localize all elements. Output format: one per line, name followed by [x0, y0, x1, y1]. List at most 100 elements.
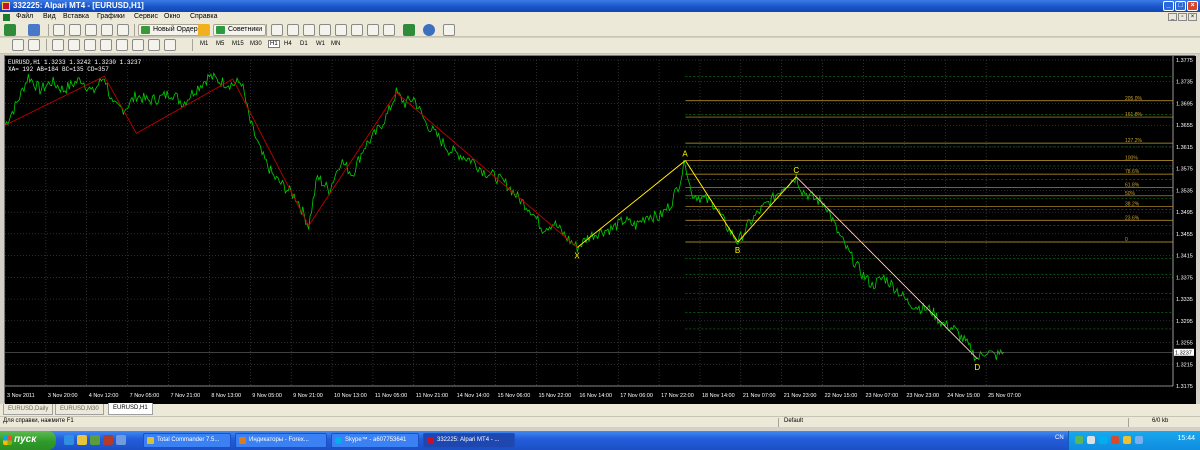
tray-security-icon[interactable]	[1123, 436, 1131, 444]
timeframe-m5[interactable]: M5	[216, 41, 224, 47]
arrows-icon[interactable]	[164, 39, 176, 51]
tile-windows-icon[interactable]	[351, 24, 363, 36]
tray-antivirus-icon[interactable]	[1111, 436, 1119, 444]
quicklaunch-desktop-icon[interactable]	[90, 435, 100, 445]
menu-insert[interactable]: Вставка	[63, 13, 89, 20]
chart-window[interactable]: 1.3775 1.3735 1.3695 1.3655 1.3615 1.3575 1.35…	[4, 55, 1196, 404]
trendline-icon[interactable]	[84, 39, 96, 51]
menu-bar: Файл Вид Вставка Графики Сервис Окно Спр…	[0, 12, 1200, 23]
indicators-icon[interactable]	[403, 24, 415, 36]
price-chart[interactable]: 1.3775 1.3735 1.3695 1.3655 1.3615 1.3575 1.35…	[5, 56, 1196, 404]
chart-tabs: EURUSD,Daily EURUSD,M30 EURUSD,H1	[0, 403, 1200, 416]
clock: 15:44	[1177, 435, 1195, 442]
new-order-button[interactable]: Новый Ордер	[138, 24, 202, 36]
text-icon[interactable]	[132, 39, 144, 51]
profiles-icon[interactable]	[28, 24, 40, 36]
quicklaunch-ie-icon[interactable]	[64, 435, 74, 445]
timeframe-h1[interactable]: H1	[268, 40, 280, 48]
maximize-button[interactable]: □	[1175, 1, 1186, 11]
start-button[interactable]: пуск	[0, 431, 56, 450]
task-skype[interactable]: Skype™ - a607753641	[331, 433, 419, 448]
y-tick-label: 1.3495	[1176, 210, 1193, 216]
zoom-in-icon[interactable]	[319, 24, 331, 36]
language-indicator[interactable]: CN	[1055, 435, 1064, 441]
tray-network-icon[interactable]	[1075, 436, 1083, 444]
fibonacci-icon[interactable]	[116, 39, 128, 51]
zoom-out-icon[interactable]	[335, 24, 347, 36]
mdi-close-button[interactable]: ×	[1188, 13, 1197, 21]
x-tick-label: 9 Nov 05:00	[252, 393, 282, 399]
x-tick-label: 8 Nov 13:00	[211, 393, 241, 399]
minimize-button[interactable]: _	[1163, 1, 1174, 11]
task-browser[interactable]: Индикаторы - Forex...	[235, 433, 327, 448]
vertical-line-icon[interactable]	[52, 39, 64, 51]
x-tick-label: 23 Nov 07:00	[865, 393, 898, 399]
menu-file[interactable]: Файл	[16, 13, 33, 20]
menu-charts[interactable]: Графики	[97, 13, 125, 20]
market-watch-icon[interactable]	[53, 24, 65, 36]
equidistant-channel-icon[interactable]	[100, 39, 112, 51]
task-alpari-mt4[interactable]: 332225: Alpari MT4 - ...	[423, 433, 515, 448]
x-tick-label: 7 Nov 05:00	[130, 393, 160, 399]
x-tick-label: 25 Nov 07:00	[988, 393, 1021, 399]
x-tick-label: 18 Nov 14:00	[702, 393, 735, 399]
close-button[interactable]: ×	[1187, 1, 1198, 11]
tray-update-icon[interactable]	[1135, 436, 1143, 444]
windows-logo-icon	[3, 436, 12, 445]
xabcd-leg-info: XA= 192 AB=184 BC=135 CD=357	[8, 66, 109, 73]
new-chart-icon[interactable]	[4, 24, 16, 36]
timeframe-w1[interactable]: W1	[316, 41, 325, 47]
strategy-tester-icon[interactable]	[117, 24, 129, 36]
candlesticks-icon[interactable]	[287, 24, 299, 36]
menu-window[interactable]: Окно	[164, 13, 180, 20]
tray-volume-icon[interactable]	[1087, 436, 1095, 444]
timeframe-mn[interactable]: MN	[331, 41, 340, 47]
timeframe-m15[interactable]: M15	[232, 41, 244, 47]
tab-eurusd-daily[interactable]: EURUSD,Daily	[3, 404, 54, 415]
x-tick-label: 16 Nov 14:00	[579, 393, 612, 399]
fib-level-label: 0	[1125, 237, 1128, 243]
timeframe-d1[interactable]: D1	[300, 41, 308, 47]
task-total-commander[interactable]: Total Commander 7.5...	[143, 433, 231, 448]
periods-icon[interactable]	[423, 24, 435, 36]
mdi-minimize-button[interactable]: _	[1168, 13, 1177, 21]
title-bar: 332225: Alpari MT4 - [EURUSD,H1] _ □ ×	[0, 0, 1200, 12]
quicklaunch-folder-icon[interactable]	[77, 435, 87, 445]
menu-view[interactable]: Вид	[43, 13, 56, 20]
text-label-icon[interactable]	[148, 39, 160, 51]
menu-tools[interactable]: Сервис	[134, 13, 158, 20]
mdi-restore-button[interactable]: ▫	[1178, 13, 1187, 21]
pattern-point-x: X	[574, 251, 580, 260]
y-tick-label: 1.3215	[1176, 362, 1193, 368]
timeframe-h4[interactable]: H4	[284, 41, 292, 47]
status-bar: Для справки, нажмите F1 Default 6/0 kb	[0, 416, 1200, 427]
templates-icon[interactable]	[443, 24, 455, 36]
terminal-icon[interactable]	[101, 24, 113, 36]
timeframe-m1[interactable]: M1	[200, 41, 208, 47]
bar-chart-icon[interactable]	[271, 24, 283, 36]
quicklaunch-media-icon[interactable]	[116, 435, 126, 445]
horizontal-line-icon[interactable]	[68, 39, 80, 51]
mt4-icon	[427, 437, 434, 444]
fib-level-label: 23.6%	[1125, 215, 1140, 221]
data-window-icon[interactable]	[69, 24, 81, 36]
navigator-icon[interactable]	[85, 24, 97, 36]
menu-help[interactable]: Справка	[190, 13, 217, 20]
experts-button[interactable]: Советники	[213, 24, 267, 36]
chart-window-icon[interactable]	[3, 14, 10, 21]
crosshair-icon[interactable]	[28, 39, 40, 51]
tab-eurusd-m30[interactable]: EURUSD,M30	[55, 404, 104, 415]
x-tick-label: 15 Nov 06:00	[498, 393, 531, 399]
quicklaunch-app-icon[interactable]	[103, 435, 113, 445]
tab-eurusd-h1[interactable]: EURUSD,H1	[108, 403, 153, 415]
pattern-point-b: B	[735, 246, 740, 255]
tray-skype-icon[interactable]	[1099, 436, 1107, 444]
browser-icon	[239, 437, 246, 444]
auto-scroll-icon[interactable]	[367, 24, 379, 36]
chart-shift-icon[interactable]	[383, 24, 395, 36]
line-chart-icon[interactable]	[303, 24, 315, 36]
cursor-icon[interactable]	[12, 39, 24, 51]
timeframe-m30[interactable]: M30	[250, 41, 262, 47]
y-tick-label: 1.3255	[1176, 341, 1193, 347]
metaeditor-icon[interactable]	[198, 24, 210, 36]
